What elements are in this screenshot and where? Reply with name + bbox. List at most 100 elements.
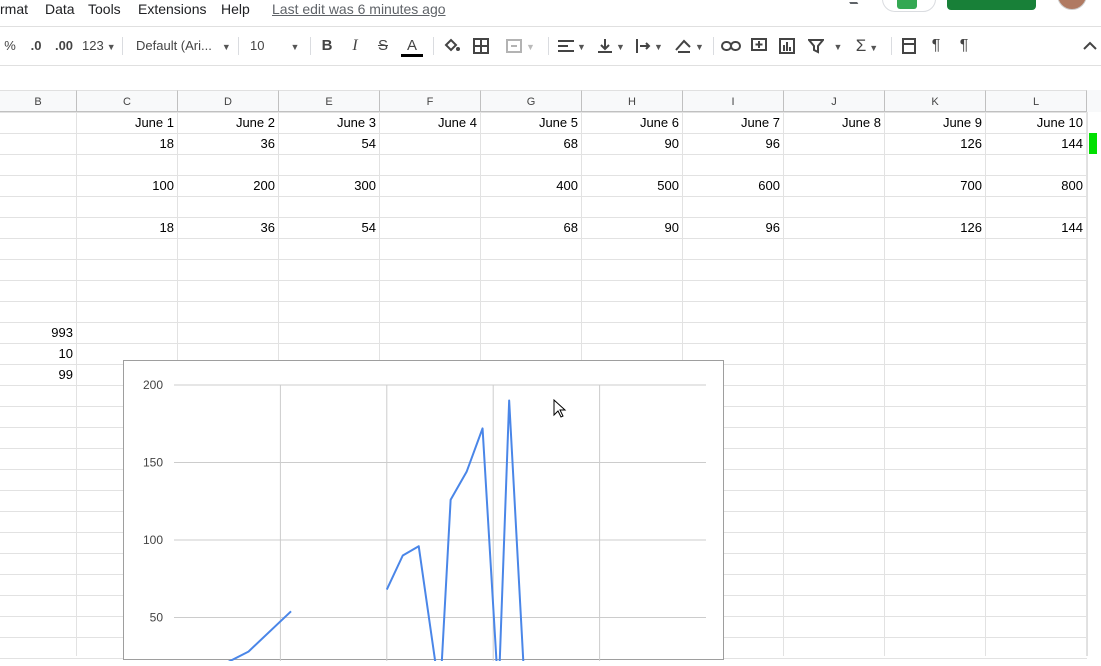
column-header-k[interactable]: K xyxy=(885,90,986,112)
cell-k4[interactable]: 700 xyxy=(885,175,986,196)
cell-k1[interactable]: June 9 xyxy=(885,112,986,133)
toolbar-divider xyxy=(238,37,239,55)
decrease-decimal-button[interactable]: .0 xyxy=(26,27,46,65)
merge-cells-icon[interactable]: ▼ xyxy=(501,27,539,65)
cell-i6[interactable]: 96 xyxy=(683,217,784,238)
toolbar-divider xyxy=(891,37,892,55)
italic-button[interactable]: I xyxy=(346,27,364,65)
cell-c6[interactable]: 18 xyxy=(77,217,178,238)
cell-d6[interactable]: 36 xyxy=(178,217,279,238)
cell-l4[interactable]: 800 xyxy=(986,175,1087,196)
cell-h6[interactable]: 90 xyxy=(582,217,683,238)
meet-icon xyxy=(897,0,917,9)
share-button[interactable] xyxy=(947,0,1036,10)
cell-l6[interactable]: 144 xyxy=(986,217,1087,238)
cell-l1[interactable]: June 10 xyxy=(986,112,1087,133)
cell-e2[interactable]: 54 xyxy=(279,133,380,154)
y-tick-label: 200 xyxy=(143,378,163,392)
text-color-button[interactable]: A xyxy=(401,27,423,65)
menu-help[interactable]: Help xyxy=(221,0,250,18)
insert-chart-icon[interactable] xyxy=(777,27,797,65)
last-edit-link[interactable]: Last edit was 6 minutes ago xyxy=(272,0,446,18)
grid-row-line xyxy=(0,343,1087,344)
cell-e4[interactable]: 300 xyxy=(279,175,380,196)
column-header-e[interactable]: E xyxy=(279,90,380,112)
column-header-f[interactable]: F xyxy=(380,90,481,112)
filter-icon[interactable]: ▼ xyxy=(806,27,844,65)
insert-link-icon[interactable] xyxy=(720,27,742,65)
cell-e6[interactable]: 54 xyxy=(279,217,380,238)
vertical-align-icon[interactable]: ▼ xyxy=(595,27,627,65)
cell-i4[interactable]: 600 xyxy=(683,175,784,196)
column-header-b[interactable]: B xyxy=(0,90,77,112)
more-formats-button[interactable]: 123 ▼ xyxy=(82,27,116,65)
cell-h1[interactable]: June 6 xyxy=(582,112,683,133)
toolbar: % .0 .00 123 ▼ Default (Ari... ▼ 10 ▼ B I S… xyxy=(0,26,1101,66)
meet-button[interactable] xyxy=(882,0,936,12)
cell-b13[interactable]: 99 xyxy=(0,364,77,385)
cell-l2[interactable]: 144 xyxy=(986,133,1087,154)
strikethrough-button[interactable]: S xyxy=(374,27,392,65)
increase-decimal-button[interactable]: .00 xyxy=(53,27,75,65)
rtl-icon[interactable]: ¶ xyxy=(954,27,974,65)
cell-b11[interactable]: 993 xyxy=(0,322,77,343)
text-wrapping-icon[interactable]: ▼ xyxy=(633,27,665,65)
menu-data[interactable]: Data xyxy=(45,0,75,18)
bold-button[interactable]: B xyxy=(318,27,336,65)
column-header-h[interactable]: H xyxy=(582,90,683,112)
cell-d4[interactable]: 200 xyxy=(178,175,279,196)
menu-bar: rmat Data Tools Extensions Help Last edi… xyxy=(0,0,1101,22)
font-family-select[interactable]: Default (Ari... ▼ xyxy=(136,27,231,65)
cell-h4[interactable]: 500 xyxy=(582,175,683,196)
cell-f1[interactable]: June 4 xyxy=(380,112,481,133)
vertical-scrollbar[interactable] xyxy=(1087,112,1101,656)
menu-format[interactable]: rmat xyxy=(0,0,28,18)
font-size-select[interactable]: 10 ▼ xyxy=(250,27,302,65)
borders-icon[interactable] xyxy=(471,27,491,65)
avatar[interactable] xyxy=(1057,0,1087,10)
text-rotation-icon[interactable]: ▼ xyxy=(672,27,706,65)
fill-color-icon[interactable] xyxy=(442,27,462,65)
horizontal-align-icon[interactable]: ▼ xyxy=(556,27,588,65)
chevron-down-icon: ▼ xyxy=(695,42,704,52)
menu-tools[interactable]: Tools xyxy=(88,0,121,18)
cell-g4[interactable]: 400 xyxy=(481,175,582,196)
cell-k6[interactable]: 126 xyxy=(885,217,986,238)
cell-b12[interactable]: 10 xyxy=(0,343,77,364)
column-header-i[interactable]: I xyxy=(683,90,784,112)
ltr-icon[interactable]: ¶ xyxy=(926,27,946,65)
cell-d1[interactable]: June 2 xyxy=(178,112,279,133)
column-header-d[interactable]: D xyxy=(178,90,279,112)
menu-extensions[interactable]: Extensions xyxy=(138,0,206,18)
chevron-down-icon: ▼ xyxy=(526,42,535,52)
comment-history-icon[interactable] xyxy=(845,0,859,4)
column-header-c[interactable]: C xyxy=(77,90,178,112)
cell-c1[interactable]: June 1 xyxy=(77,112,178,133)
cell-d2[interactable]: 36 xyxy=(178,133,279,154)
column-header-g[interactable]: G xyxy=(481,90,582,112)
cell-i1[interactable]: June 7 xyxy=(683,112,784,133)
collapse-toolbar-icon[interactable] xyxy=(1080,27,1100,65)
cell-g2[interactable]: 68 xyxy=(481,133,582,154)
cell-j1[interactable]: June 8 xyxy=(784,112,885,133)
cell-c4[interactable]: 100 xyxy=(77,175,178,196)
cell-e1[interactable]: June 3 xyxy=(279,112,380,133)
cell-c2[interactable]: 18 xyxy=(77,133,178,154)
cell-k2[interactable]: 126 xyxy=(885,133,986,154)
cell-i2[interactable]: 96 xyxy=(683,133,784,154)
functions-icon[interactable]: Σ ▼ xyxy=(850,27,884,65)
insert-comment-icon[interactable] xyxy=(749,27,769,65)
column-header-j[interactable]: J xyxy=(784,90,885,112)
percent-format-button[interactable]: % xyxy=(4,27,16,65)
grid-row-line xyxy=(0,301,1087,302)
column-header-l[interactable]: L xyxy=(986,90,1087,112)
cell-g1[interactable]: June 5 xyxy=(481,112,582,133)
y-tick-label: 150 xyxy=(143,456,163,470)
series-line xyxy=(385,399,525,666)
cell-h2[interactable]: 90 xyxy=(582,133,683,154)
grid-row-line xyxy=(0,259,1087,260)
cell-g6[interactable]: 68 xyxy=(481,217,582,238)
freeze-icon[interactable] xyxy=(899,27,919,65)
text-color-swatch xyxy=(401,54,423,57)
embedded-chart[interactable]: 200 150 100 50 xyxy=(123,360,724,666)
